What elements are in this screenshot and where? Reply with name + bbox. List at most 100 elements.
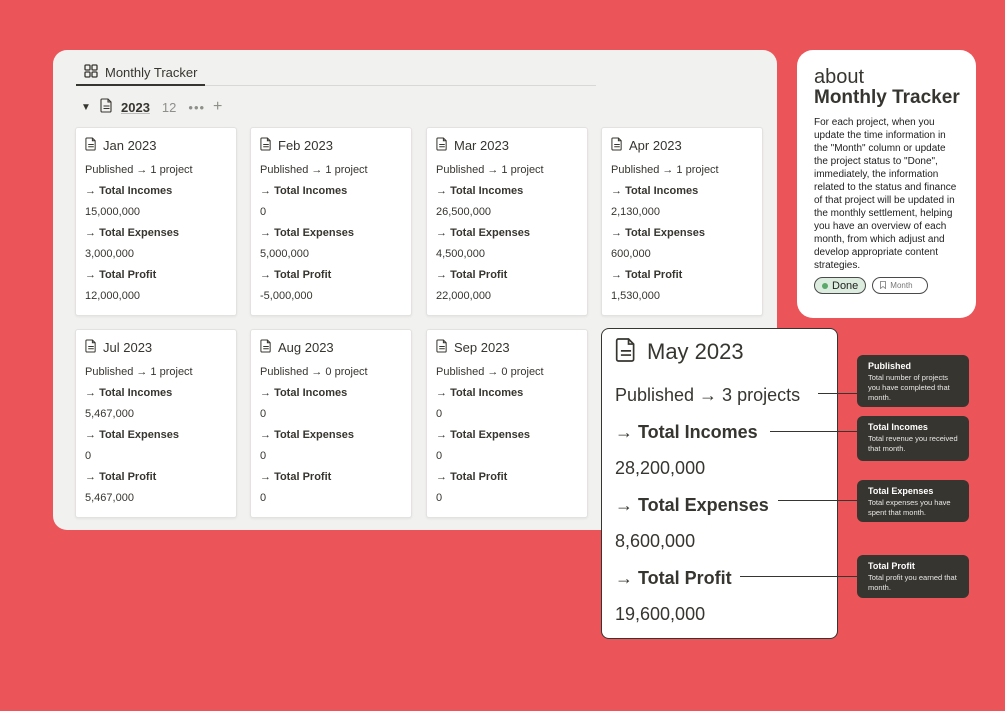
- card-title: Feb 2023: [260, 136, 402, 154]
- card-profit-label-text: Total Profit: [450, 471, 508, 483]
- zoomed-published: Published → 3 projects: [615, 385, 801, 405]
- note-text: Total expenses you have spent that month…: [868, 498, 951, 517]
- card-profit-value: 22,000,000: [436, 290, 492, 302]
- card-profit-value: 0: [436, 492, 443, 504]
- card-title: Apr 2023: [611, 136, 753, 154]
- note-text: Total revenue you received that month.: [868, 434, 958, 453]
- note-text: Total profit you earned that month.: [868, 573, 957, 592]
- about-title: Monthly Tracker: [814, 87, 960, 108]
- card-incomes-label-text: Total Incomes: [450, 185, 524, 197]
- card-title: Mar 2023: [436, 136, 578, 154]
- gallery-card[interactable]: Feb 2023 Published → 1 project → Total Inc…: [250, 127, 412, 316]
- card-incomes-value: 15,000,000: [85, 206, 141, 218]
- leader-line-published: [818, 393, 857, 394]
- page-icon: [85, 136, 97, 154]
- card-profit-label-text: Total Profit: [450, 269, 508, 281]
- zoomed-expenses-label: → Total Expenses: [615, 494, 769, 515]
- zoomed-profit-value: 19,600,000: [615, 604, 706, 624]
- card-incomes-label: → Total Incomes: [436, 387, 524, 399]
- gallery-card[interactable]: Mar 2023 Published → 1 project → Total Inc…: [426, 127, 588, 316]
- group-count: 12: [161, 99, 177, 115]
- card-profit-label: → Total Profit: [260, 471, 332, 483]
- card-published: Published → 1 project: [85, 366, 193, 378]
- zoomed-card-name: May 2023: [647, 339, 744, 364]
- card-incomes-label: → Total Incomes: [611, 185, 699, 197]
- page-icon: [436, 136, 448, 154]
- tab-monthly-tracker[interactable]: Monthly Tracker: [76, 60, 206, 86]
- card-profit-label: → Total Profit: [611, 269, 683, 281]
- group-title[interactable]: 2023: [121, 100, 150, 115]
- zoomed-card-may: May 2023 Published → 3 projects → Total …: [601, 328, 838, 639]
- card-expenses-value: 0: [436, 450, 443, 462]
- card-profit-value: 1,530,000: [611, 290, 660, 302]
- collapse-caret-icon[interactable]: ▼: [80, 102, 92, 113]
- card-expenses-value: 600,000: [611, 248, 651, 260]
- gallery-card[interactable]: Aug 2023 Published → 0 project → Total Inc…: [250, 329, 412, 518]
- bookmark-icon: [880, 280, 887, 291]
- card-profit-value: -5,000,000: [260, 290, 313, 302]
- card-name: Jan 2023: [103, 137, 157, 153]
- about-tags: Done Month: [814, 277, 962, 294]
- card-published: Published → 1 project: [611, 164, 719, 176]
- note-incomes: Total Incomes Total revenue you received…: [857, 416, 969, 461]
- more-options-icon[interactable]: •••: [188, 100, 205, 115]
- card-expenses-label-text: Total Expenses: [274, 227, 354, 239]
- card-profit-value: 5,467,000: [85, 492, 134, 504]
- card-incomes-value: 0: [260, 408, 267, 420]
- page-icon: [611, 136, 623, 154]
- card-expenses-label: → Total Expenses: [260, 429, 354, 441]
- gallery-card[interactable]: Jul 2023 Published → 1 project → Total Inc…: [75, 329, 237, 518]
- card-expenses-label-text: Total Expenses: [625, 227, 705, 239]
- card-profit-label-text: Total Profit: [99, 269, 157, 281]
- tab-label: Monthly Tracker: [105, 64, 198, 80]
- group-header: ▼ 2023 12 ••• +: [80, 97, 222, 117]
- card-name: Aug 2023: [278, 339, 334, 355]
- about-heading: about: [814, 66, 865, 88]
- card-profit-label: → Total Profit: [260, 269, 332, 281]
- add-icon[interactable]: +: [213, 98, 222, 116]
- page-icon: [260, 338, 272, 356]
- card-expenses-label-text: Total Expenses: [450, 227, 530, 239]
- card-published: Published → 0 project: [436, 366, 544, 378]
- card-profit-label: → Total Profit: [85, 269, 157, 281]
- about-description: For each project, when you update the ti…: [814, 117, 957, 271]
- property-badge-month: Month: [872, 277, 928, 294]
- page-icon: [436, 338, 448, 356]
- page-icon: [260, 136, 272, 154]
- card-incomes-label: → Total Incomes: [436, 185, 524, 197]
- card-published: Published → 1 project: [436, 164, 544, 176]
- gallery-card[interactable]: Jan 2023 Published → 1 project → Total Inc…: [75, 127, 237, 316]
- card-expenses-label: → Total Expenses: [436, 227, 530, 239]
- zoomed-profit-label: → Total Profit: [615, 567, 732, 588]
- card-profit-label: → Total Profit: [436, 471, 508, 483]
- note-text: Total number of projects you have comple…: [868, 373, 950, 402]
- gallery-card[interactable]: Apr 2023 Published → 1 project → Total Inc…: [601, 127, 763, 316]
- card-title: Aug 2023: [260, 338, 402, 356]
- card-incomes-label-text: Total Incomes: [625, 185, 699, 197]
- card-expenses-label-text: Total Expenses: [99, 429, 179, 441]
- card-published: Published → 0 project: [260, 366, 368, 378]
- card-name: Feb 2023: [278, 137, 333, 153]
- card-incomes-label: → Total Incomes: [260, 387, 348, 399]
- card-name: Jul 2023: [103, 339, 153, 355]
- card-expenses-label: → Total Expenses: [260, 227, 354, 239]
- card-profit-label-text: Total Profit: [625, 269, 683, 281]
- card-incomes-label-text: Total Incomes: [450, 387, 524, 399]
- note-title: Total Incomes: [868, 422, 928, 432]
- property-badge-label: Month: [890, 281, 913, 290]
- note-profit: Total Profit Total profit you earned tha…: [857, 555, 969, 598]
- card-expenses-label: → Total Expenses: [436, 429, 530, 441]
- card-published: Published → 1 project: [85, 164, 193, 176]
- card-expenses-label: → Total Expenses: [611, 227, 705, 239]
- card-profit-value: 0: [260, 492, 267, 504]
- card-incomes-value: 0: [260, 206, 267, 218]
- page-icon: [85, 338, 97, 356]
- card-title: Jul 2023: [85, 338, 227, 356]
- card-profit-label-text: Total Profit: [99, 471, 157, 483]
- gallery-card[interactable]: Sep 2023 Published → 0 project → Total Inc…: [426, 329, 588, 518]
- status-badge-label: Done: [832, 279, 859, 292]
- status-badge-done: Done: [814, 277, 867, 294]
- card-expenses-value: 4,500,000: [436, 248, 485, 260]
- card-profit-value: 12,000,000: [85, 290, 141, 302]
- note-title: Total Profit: [868, 561, 915, 571]
